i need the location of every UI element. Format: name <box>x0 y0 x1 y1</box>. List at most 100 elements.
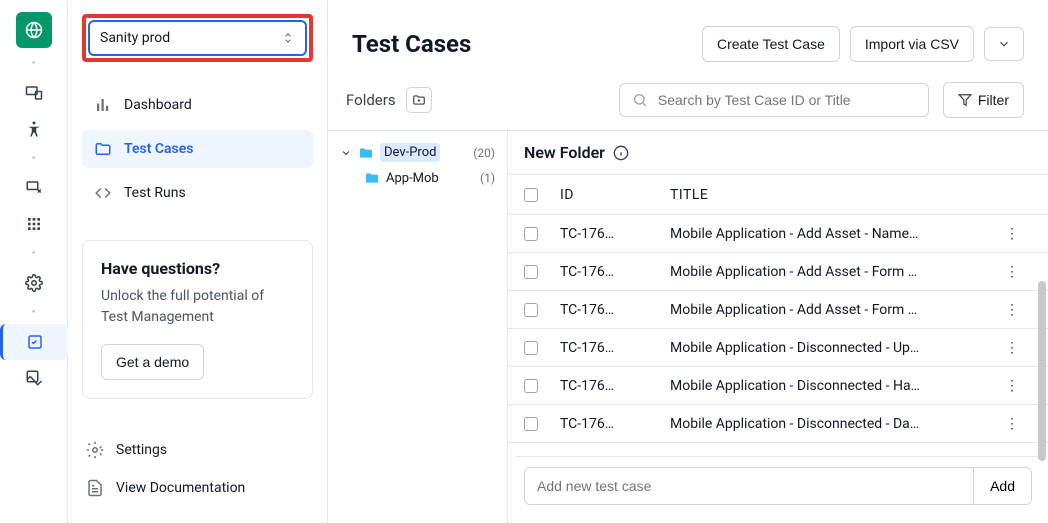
tree-item-count: (1) <box>480 171 495 185</box>
document-icon <box>86 479 104 497</box>
promo-body: Unlock the full potential of Test Manage… <box>101 286 294 328</box>
main-header: Test Cases Create Test Case Import via C… <box>328 0 1048 82</box>
list-panel: New Folder ID TITLE TC-176… <box>508 131 1048 523</box>
sidebar-item-test-runs[interactable]: Test Runs <box>82 174 313 212</box>
gear-icon[interactable] <box>16 265 52 301</box>
create-test-case-button[interactable]: Create Test Case <box>702 26 840 62</box>
rail-separator: • <box>32 307 35 318</box>
app-rail: • • • • <box>0 0 68 523</box>
import-csv-button[interactable]: Import via CSV <box>850 26 974 62</box>
row-menu-button[interactable]: ⋮ <box>992 226 1032 242</box>
accessibility-icon[interactable] <box>16 111 52 147</box>
button-label: Filter <box>978 92 1009 108</box>
sidebar-item-settings[interactable]: Settings <box>82 431 313 469</box>
project-selector-value: Sanity prod <box>100 30 170 46</box>
tree-item-label: App-Mob <box>386 171 439 186</box>
panel-header: New Folder <box>508 131 1048 174</box>
button-label: Get a demo <box>116 354 189 370</box>
rail-separator: • <box>32 58 35 69</box>
folder-tree: Dev-Prod (20) App-Mob (1) <box>328 131 508 523</box>
table-row[interactable]: TC-176… Mobile Application - Add Asset -… <box>508 253 1048 291</box>
sidebar-item-label: Dashboard <box>124 97 192 113</box>
scrollbar[interactable] <box>1038 281 1046 461</box>
row-menu-button[interactable]: ⋮ <box>992 302 1032 318</box>
row-menu-button[interactable]: ⋮ <box>992 264 1032 280</box>
add-test-case-bar: Add <box>516 456 1040 515</box>
header-actions: Create Test Case Import via CSV <box>702 26 1024 62</box>
row-checkbox[interactable] <box>524 227 538 241</box>
sidebar-item-label: View Documentation <box>116 480 245 496</box>
row-title: Mobile Application - Add Asset - Name… <box>670 226 992 242</box>
column-header-title[interactable]: TITLE <box>670 187 992 203</box>
sidebar-item-label: Test Cases <box>124 141 193 157</box>
select-all-checkbox[interactable] <box>524 188 538 202</box>
folder-icon <box>364 170 380 186</box>
tree-item-app-mob[interactable]: App-Mob (1) <box>360 166 499 190</box>
page-title: Test Cases <box>352 30 471 58</box>
column-header-id[interactable]: ID <box>560 187 670 203</box>
chevron-down-icon <box>340 147 352 159</box>
button-label: Add <box>990 478 1015 494</box>
sidebar-item-docs[interactable]: View Documentation <box>82 469 313 507</box>
more-actions-button[interactable] <box>984 27 1024 61</box>
row-title: Mobile Application - Add Asset - Form … <box>670 302 992 318</box>
tree-item-dev-prod[interactable]: Dev-Prod (20) <box>336 139 499 166</box>
rail-separator: • <box>32 248 35 259</box>
info-icon[interactable] <box>613 145 629 161</box>
tree-item-count: (20) <box>473 146 495 160</box>
filter-button[interactable]: Filter <box>943 82 1024 118</box>
row-menu-button[interactable]: ⋮ <box>992 340 1032 356</box>
sidebar-bottom: Settings View Documentation <box>82 421 313 523</box>
folder-title: New Folder <box>524 143 605 162</box>
select-chevron-icon <box>281 31 295 45</box>
row-title: Mobile Application - Disconnected - Up… <box>670 340 992 356</box>
row-checkbox[interactable] <box>524 379 538 393</box>
sidebar-item-test-cases[interactable]: Test Cases <box>82 130 313 168</box>
search-input[interactable] <box>658 92 916 108</box>
sidebar-item-dashboard[interactable]: Dashboard <box>82 86 313 124</box>
row-checkbox[interactable] <box>524 341 538 355</box>
button-label: Import via CSV <box>865 36 959 52</box>
project-selector-highlight: Sanity prod <box>82 14 313 62</box>
gear-icon <box>86 441 104 459</box>
search-icon <box>632 92 648 108</box>
add-folder-button[interactable] <box>406 87 432 113</box>
search-box[interactable] <box>619 83 929 117</box>
row-checkbox[interactable] <box>524 265 538 279</box>
table-row[interactable]: TC-176… Mobile Application - Add Asset -… <box>508 291 1048 329</box>
folder-icon <box>94 140 112 158</box>
row-checkbox[interactable] <box>524 303 538 317</box>
folder-icon <box>358 145 374 161</box>
devices-icon[interactable] <box>16 75 52 111</box>
sidebar-nav: Dashboard Test Cases Test Runs <box>82 86 313 212</box>
filter-icon <box>958 93 972 107</box>
main-content: Test Cases Create Test Case Import via C… <box>328 0 1048 523</box>
row-id: TC-176… <box>560 416 670 432</box>
project-selector[interactable]: Sanity prod <box>88 20 307 56</box>
table-row[interactable]: TC-176… Mobile Application - Disconnecte… <box>508 329 1048 367</box>
row-checkbox[interactable] <box>524 417 538 431</box>
row-menu-button[interactable]: ⋮ <box>992 416 1032 432</box>
button-label: Create Test Case <box>717 36 825 52</box>
checklist-icon[interactable] <box>0 324 68 360</box>
row-id: TC-176… <box>560 264 670 280</box>
bar-chart-icon <box>94 96 112 114</box>
network-icon[interactable] <box>16 170 52 206</box>
table-row[interactable]: TC-176… Mobile Application - Disconnecte… <box>508 405 1048 443</box>
get-demo-button[interactable]: Get a demo <box>101 344 204 380</box>
promo-title: Have questions? <box>101 259 294 278</box>
image-check-icon[interactable] <box>16 360 52 396</box>
add-test-case-input[interactable] <box>525 468 973 504</box>
grid-icon[interactable] <box>16 206 52 242</box>
table-row[interactable]: TC-176… Mobile Application - Add Asset -… <box>508 215 1048 253</box>
test-case-table: ID TITLE TC-176… Mobile Application - Ad… <box>508 174 1048 456</box>
row-menu-button[interactable]: ⋮ <box>992 378 1032 394</box>
code-icon <box>94 184 112 202</box>
table-row[interactable]: TC-176… Mobile Application - Disconnecte… <box>508 367 1048 405</box>
tree-item-label: Dev-Prod <box>380 143 440 162</box>
add-test-case-button[interactable]: Add <box>973 468 1031 504</box>
folders-label: Folders <box>344 91 396 109</box>
sidebar-item-label: Test Runs <box>124 185 186 201</box>
content-area: Dev-Prod (20) App-Mob (1) New Folder <box>328 130 1048 523</box>
globe-icon[interactable] <box>16 12 52 48</box>
